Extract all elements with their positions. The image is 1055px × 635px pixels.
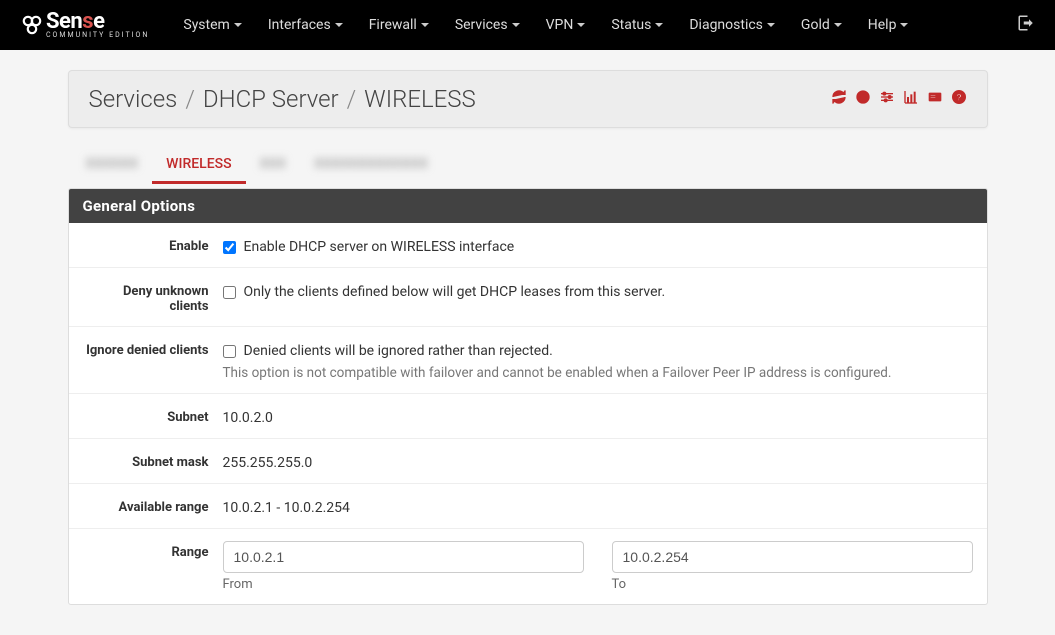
logo-text: Sense bbox=[46, 11, 149, 33]
logo[interactable]: Sense COMMUNITY EDITION bbox=[20, 11, 149, 39]
logo-subtitle: COMMUNITY EDITION bbox=[46, 31, 149, 39]
ignore-denied-checkbox[interactable] bbox=[223, 345, 236, 358]
nav-help[interactable]: Help bbox=[858, 11, 919, 39]
label-ignore: Ignore denied clients bbox=[83, 339, 223, 358]
range-to-input[interactable] bbox=[612, 541, 973, 573]
panel-title: General Options bbox=[69, 189, 987, 223]
caret-down-icon bbox=[655, 23, 663, 27]
label-deny: Deny unknown clients bbox=[83, 280, 223, 314]
caret-down-icon bbox=[421, 23, 429, 27]
breadcrumb: Services / DHCP Server / WIRELESS bbox=[89, 85, 476, 113]
range-to-label: To bbox=[612, 577, 973, 592]
row-subnet: Subnet 10.0.2.0 bbox=[69, 394, 987, 439]
deny-text: Only the clients defined below will get … bbox=[244, 284, 666, 300]
general-options-panel: General Options Enable Enable DHCP serve… bbox=[68, 188, 988, 605]
range-from-label: From bbox=[223, 577, 584, 592]
record-icon[interactable] bbox=[855, 89, 871, 109]
label-enable: Enable bbox=[83, 235, 223, 254]
mask-value: 255.255.255.0 bbox=[223, 451, 973, 471]
log-icon[interactable] bbox=[927, 89, 943, 109]
interface-tabs: XXXXXX WIRELESS XXX XXXXXXXXXXXXX bbox=[68, 146, 988, 182]
row-ignore-denied: Ignore denied clients Denied clients wil… bbox=[69, 327, 987, 394]
ignore-text: Denied clients will be ignored rather th… bbox=[244, 343, 553, 359]
enable-text: Enable DHCP server on WIRELESS interface bbox=[244, 239, 515, 255]
breadcrumb-separator: / bbox=[185, 85, 195, 113]
row-deny-unknown: Deny unknown clients Only the clients de… bbox=[69, 268, 987, 327]
caret-down-icon bbox=[900, 23, 908, 27]
top-navbar: Sense COMMUNITY EDITION System Interface… bbox=[0, 0, 1055, 50]
navbar-right bbox=[1017, 14, 1035, 36]
caret-down-icon bbox=[834, 23, 842, 27]
tab-item[interactable]: XXX bbox=[246, 146, 300, 182]
nav-vpn[interactable]: VPN bbox=[536, 11, 596, 39]
label-range: Range bbox=[83, 541, 223, 560]
svg-text:?: ? bbox=[956, 92, 962, 102]
tab-item[interactable]: XXXXXX bbox=[72, 146, 153, 182]
nav-system[interactable]: System bbox=[173, 11, 251, 39]
tab-item[interactable]: XXXXXXXXXXXXX bbox=[300, 146, 442, 182]
chart-icon[interactable] bbox=[903, 89, 919, 109]
nav-firewall[interactable]: Firewall bbox=[359, 11, 439, 39]
breadcrumb-item[interactable]: WIRELESS bbox=[364, 85, 476, 113]
nav-interfaces[interactable]: Interfaces bbox=[258, 11, 353, 39]
logout-icon[interactable] bbox=[1017, 14, 1035, 36]
caret-down-icon bbox=[234, 23, 242, 27]
help-icon[interactable]: ? bbox=[951, 89, 967, 109]
range-from-input[interactable] bbox=[223, 541, 584, 573]
row-available-range: Available range 10.0.2.1 - 10.0.2.254 bbox=[69, 484, 987, 529]
header-actions: ? bbox=[831, 89, 967, 109]
label-available: Available range bbox=[83, 496, 223, 515]
navbar-left: Sense COMMUNITY EDITION System Interface… bbox=[20, 11, 918, 39]
available-range-value: 10.0.2.1 - 10.0.2.254 bbox=[223, 496, 973, 516]
sliders-icon[interactable] bbox=[879, 89, 895, 109]
label-subnet: Subnet bbox=[83, 406, 223, 425]
tab-wireless[interactable]: WIRELESS bbox=[152, 146, 245, 182]
caret-down-icon bbox=[577, 23, 585, 27]
enable-checkbox[interactable] bbox=[223, 241, 236, 254]
nav-services[interactable]: Services bbox=[445, 11, 530, 39]
caret-down-icon bbox=[335, 23, 343, 27]
deny-unknown-checkbox[interactable] bbox=[223, 286, 236, 299]
reload-icon[interactable] bbox=[831, 89, 847, 109]
breadcrumb-item[interactable]: DHCP Server bbox=[203, 85, 339, 113]
nav-status[interactable]: Status bbox=[601, 11, 673, 39]
logo-gears-icon bbox=[20, 13, 44, 37]
label-mask: Subnet mask bbox=[83, 451, 223, 470]
row-subnet-mask: Subnet mask 255.255.255.0 bbox=[69, 439, 987, 484]
breadcrumb-separator: / bbox=[347, 85, 357, 113]
subnet-value: 10.0.2.0 bbox=[223, 406, 973, 426]
row-enable: Enable Enable DHCP server on WIRELESS in… bbox=[69, 223, 987, 268]
nav-gold[interactable]: Gold bbox=[791, 11, 852, 39]
caret-down-icon bbox=[512, 23, 520, 27]
nav-diagnostics[interactable]: Diagnostics bbox=[679, 11, 785, 39]
page-header: Services / DHCP Server / WIRELESS ? bbox=[68, 70, 988, 128]
ignore-help-text: This option is not compatible with failo… bbox=[223, 365, 973, 381]
breadcrumb-item[interactable]: Services bbox=[89, 85, 178, 113]
caret-down-icon bbox=[767, 23, 775, 27]
